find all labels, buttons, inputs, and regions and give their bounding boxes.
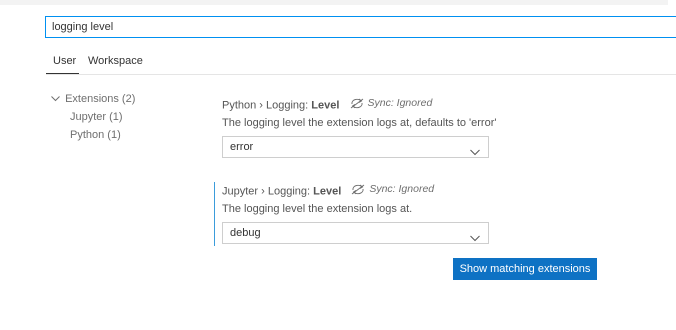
sync-indicator: Sync: Ignored [350,182,434,196]
setting-category: Jupyter › Logging: [222,185,314,198]
setting-key: Level [311,99,340,112]
show-matching-extensions-button[interactable]: Show matching extensions [453,258,597,280]
active-tab-indicator [46,73,79,74]
toc-item-jupyter[interactable]: Jupyter (1) [70,108,123,126]
settings-editor: User Workspace Extensions (2) Jupyter (1… [0,0,676,330]
sync-ignored-icon [350,98,363,108]
settings-search-box[interactable] [45,16,676,38]
chevron-down-icon [48,90,62,108]
scope-tabs: User Workspace [46,49,676,75]
setting-title: Python › Logging: Level Sync: Ignored [222,96,582,112]
logging-level-select[interactable]: debug [222,222,489,244]
setting-category: Python › Logging: [222,99,312,112]
toc-item-label: Extensions (2) [65,93,136,105]
setting-key: Level [313,185,342,198]
sync-label: Sync: Ignored [369,183,435,195]
tab-user[interactable]: User [53,55,76,67]
sync-indicator: Sync: Ignored [349,96,433,110]
sync-ignored-icon [352,184,365,194]
toc-item-extensions[interactable]: Extensions (2) [48,90,135,108]
setting-python-logging-level: Python › Logging: Level Sync: Ignored Th… [222,96,582,158]
select-value: debug [230,227,261,239]
editor-tab-strip [0,0,668,5]
chevron-down-icon [470,229,480,247]
focused-setting-indicator [214,182,215,246]
tab-workspace[interactable]: Workspace [88,55,143,67]
setting-title: Jupyter › Logging: Level Sync: Ignored [222,182,582,198]
sync-label: Sync: Ignored [367,97,433,109]
setting-jupyter-logging-level: Jupyter › Logging: Level Sync: Ignored T… [222,182,582,244]
toc-item-python[interactable]: Python (1) [70,126,121,144]
logging-level-select[interactable]: error [222,136,489,158]
setting-description: The logging level the extension logs at,… [222,117,497,129]
setting-description: The logging level the extension logs at. [222,203,413,215]
search-input[interactable] [46,17,676,37]
select-value: error [230,141,254,153]
chevron-down-icon [470,143,480,161]
